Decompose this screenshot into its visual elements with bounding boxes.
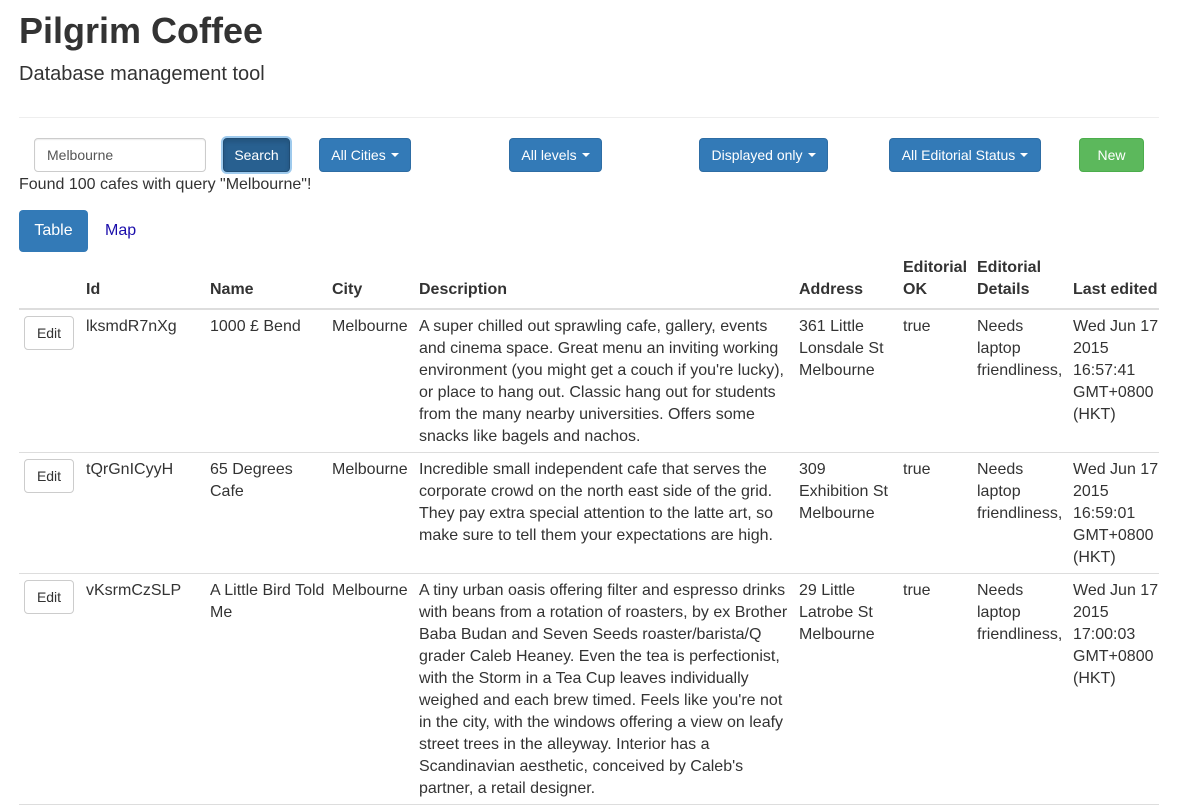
cell-address: 29 Little Latrobe St Melbourne (794, 573, 898, 805)
cell-editorial-ok: true (898, 573, 972, 805)
displayed-dropdown[interactable]: Displayed only (699, 138, 828, 172)
cell-description: A tiny urban oasis offering filter and e… (414, 573, 794, 805)
cell-name: 1000 £ Bend (205, 309, 327, 453)
caret-down-icon (807, 153, 816, 157)
caret-down-icon (390, 153, 399, 157)
cell-address: 361 Little Lonsdale St Melbourne (794, 309, 898, 453)
cell-editorial-details: Needs laptop friendliness, (972, 573, 1068, 805)
column-header-editorial-details: Editorial Details (972, 257, 1068, 310)
column-header-id: Id (81, 257, 205, 310)
cell-last-edited: Wed Jun 17 2015 17:00:03 GMT+0800 (HKT) (1068, 573, 1159, 805)
column-header-actions (19, 257, 81, 310)
search-input[interactable] (34, 138, 206, 172)
cell-id: tQrGnICyyH (81, 452, 205, 574)
cafes-table: Id Name City Description Address Editori… (19, 257, 1159, 805)
column-header-description: Description (414, 257, 794, 310)
new-button-label: New (1097, 147, 1126, 163)
search-button-label: Search (234, 147, 279, 163)
cell-city: Melbourne (327, 309, 414, 453)
cell-city: Melbourne (327, 573, 414, 805)
column-header-city: City (327, 257, 414, 310)
cell-last-edited: Wed Jun 17 2015 16:57:41 GMT+0800 (HKT) (1068, 309, 1159, 453)
results-status: Found 100 cafes with query "Melbourne"! (19, 176, 312, 193)
cell-editorial-ok: true (898, 452, 972, 574)
levels-dropdown[interactable]: All levels (509, 138, 602, 172)
cell-editorial-details: Needs laptop friendliness, (972, 309, 1068, 453)
new-button[interactable]: New (1079, 138, 1144, 172)
column-header-name: Name (205, 257, 327, 310)
page-subtitle: Database management tool (19, 63, 265, 85)
edit-button[interactable]: Edit (24, 316, 74, 350)
cities-dropdown[interactable]: All Cities (319, 138, 411, 172)
editorial-status-dropdown-label: All Editorial Status (901, 147, 1016, 163)
row-actions: Edit (19, 309, 81, 453)
column-header-editorial-ok: Editorial OK (898, 257, 972, 310)
cell-editorial-details: Needs laptop friendliness, (972, 452, 1068, 574)
edit-button[interactable]: Edit (24, 580, 74, 614)
search-button[interactable]: Search (223, 138, 290, 172)
caret-down-icon (581, 153, 590, 157)
cell-last-edited: Wed Jun 17 2015 16:59:01 GMT+0800 (HKT) (1068, 452, 1159, 574)
tab-map[interactable]: Map (105, 221, 136, 241)
header-divider (19, 117, 1159, 118)
cell-id: lksmdR7nXg (81, 309, 205, 453)
column-header-last-edited: Last edited (1068, 257, 1159, 310)
cell-address: 309 Exhibition St Melbourne (794, 452, 898, 574)
tab-table[interactable]: Table (19, 210, 88, 252)
cell-city: Melbourne (327, 452, 414, 574)
row-actions: Edit (19, 573, 81, 805)
cities-dropdown-label: All Cities (331, 147, 386, 163)
caret-down-icon (1020, 153, 1029, 157)
table-row: Edit tQrGnICyyH 65 Degrees Cafe Melbourn… (19, 452, 1159, 574)
table-row: Edit lksmdR7nXg 1000 £ Bend Melbourne A … (19, 309, 1159, 453)
cell-name: A Little Bird Told Me (205, 573, 327, 805)
cell-description: A super chilled out sprawling cafe, gall… (414, 309, 794, 453)
cell-name: 65 Degrees Cafe (205, 452, 327, 574)
page-title: Pilgrim Coffee (19, 10, 264, 51)
table-row: Edit vKsrmCzSLP A Little Bird Told Me Me… (19, 573, 1159, 805)
cell-description: Incredible small independent cafe that s… (414, 452, 794, 574)
column-header-address: Address (794, 257, 898, 310)
edit-button[interactable]: Edit (24, 459, 74, 493)
cell-editorial-ok: true (898, 309, 972, 453)
cell-id: vKsrmCzSLP (81, 573, 205, 805)
table-header-row: Id Name City Description Address Editori… (19, 257, 1159, 310)
row-actions: Edit (19, 452, 81, 574)
editorial-status-dropdown[interactable]: All Editorial Status (889, 138, 1041, 172)
levels-dropdown-label: All levels (521, 147, 577, 163)
displayed-dropdown-label: Displayed only (711, 147, 803, 163)
